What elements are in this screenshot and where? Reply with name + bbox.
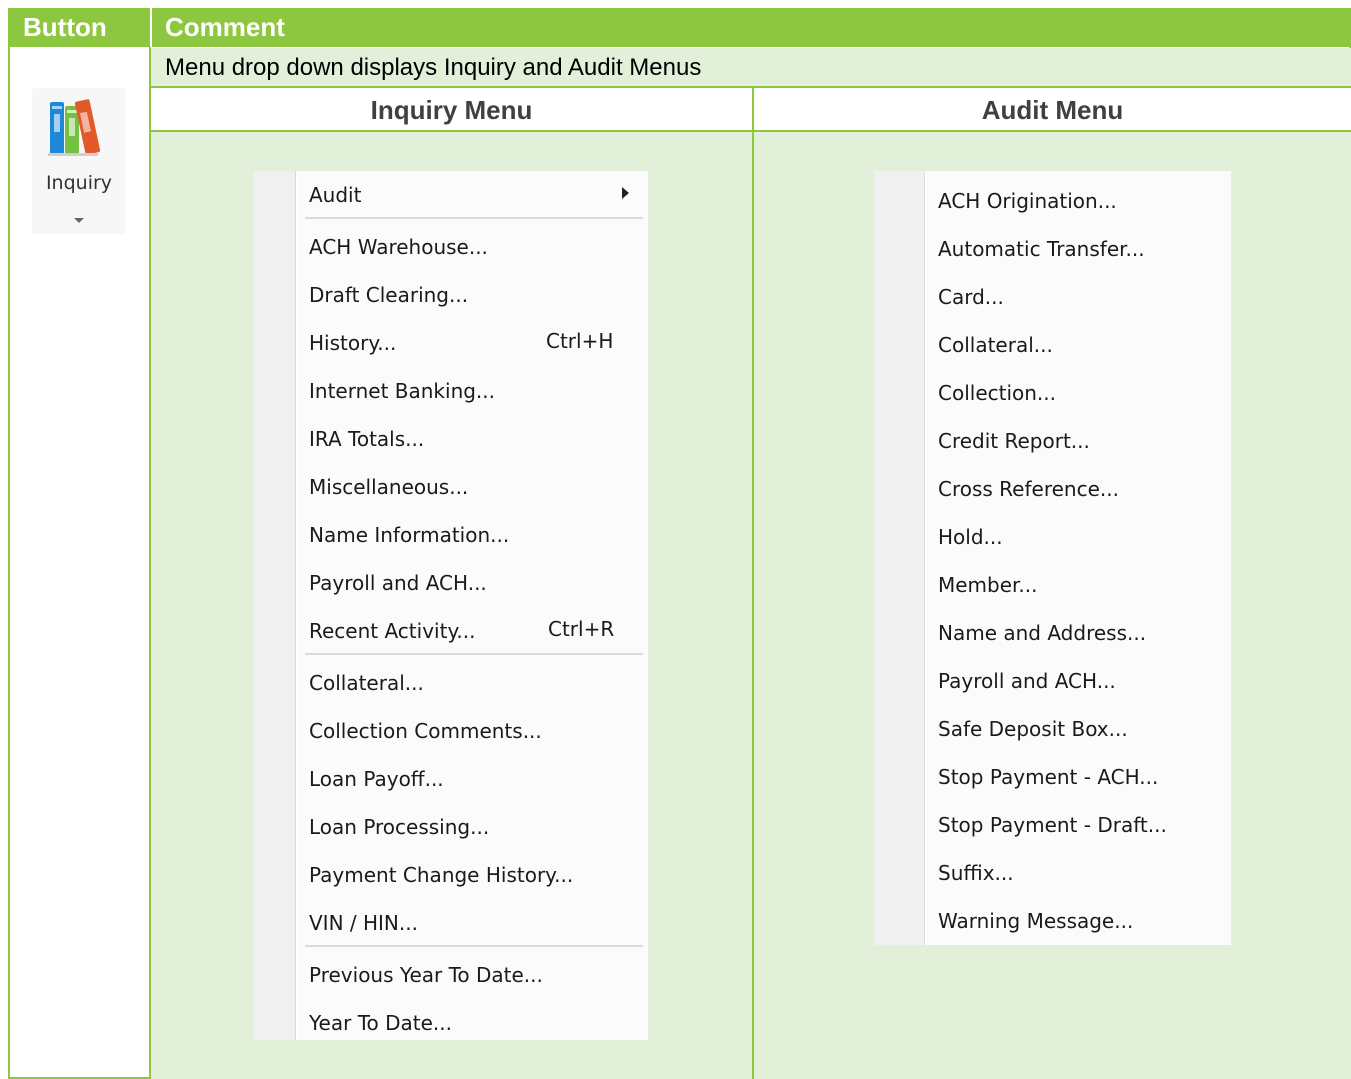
audit-item-warning-message[interactable]: Warning Message... bbox=[938, 909, 1133, 933]
header-button-column: Button bbox=[8, 8, 150, 47]
inquiry-menu-title: Inquiry Menu bbox=[151, 88, 752, 130]
audit-item-automatic-transfer[interactable]: Automatic Transfer... bbox=[938, 237, 1145, 261]
menu-item-loan-processing[interactable]: Loan Processing... bbox=[309, 815, 489, 839]
menu-item-draft-clearing[interactable]: Draft Clearing... bbox=[309, 283, 468, 307]
menu-gutter-highlight bbox=[925, 171, 926, 945]
menu-item-ira-totals[interactable]: IRA Totals... bbox=[309, 427, 424, 451]
chevron-down-icon bbox=[74, 218, 84, 223]
audit-item-stop-payment-draft[interactable]: Stop Payment - Draft... bbox=[938, 813, 1167, 837]
menu-item-previous-year-to-date[interactable]: Previous Year To Date... bbox=[309, 963, 543, 987]
inquiry-dropdown-menu: Audit ACH Warehouse... Draft Clearing...… bbox=[253, 171, 648, 1040]
shortcut-history: Ctrl+H bbox=[546, 329, 614, 353]
menu-item-ach-warehouse[interactable]: ACH Warehouse... bbox=[309, 235, 488, 259]
inquiry-button-label: Inquiry bbox=[45, 172, 113, 194]
menu-item-history[interactable]: History... bbox=[309, 331, 396, 355]
menu-separator bbox=[305, 217, 643, 219]
menu-item-payroll-ach[interactable]: Payroll and ACH... bbox=[309, 571, 487, 595]
menu-item-year-to-date[interactable]: Year To Date... bbox=[309, 1011, 452, 1035]
menu-item-miscellaneous[interactable]: Miscellaneous... bbox=[309, 475, 468, 499]
menu-separator bbox=[305, 945, 643, 947]
menu-gutter-highlight bbox=[296, 171, 297, 1040]
left-border bbox=[8, 47, 10, 1079]
menu-item-payment-change-history[interactable]: Payment Change History... bbox=[309, 863, 573, 887]
menu-item-loan-payoff[interactable]: Loan Payoff... bbox=[309, 767, 444, 791]
audit-item-name-and-address[interactable]: Name and Address... bbox=[938, 621, 1146, 645]
menu-item-collection-comments[interactable]: Collection Comments... bbox=[309, 719, 542, 743]
audit-item-stop-payment-ach[interactable]: Stop Payment - ACH... bbox=[938, 765, 1158, 789]
audit-item-ach-origination[interactable]: ACH Origination... bbox=[938, 189, 1117, 213]
audit-item-suffix[interactable]: Suffix... bbox=[938, 861, 1014, 885]
header-comment-column: Comment bbox=[150, 8, 1351, 47]
inquiry-button[interactable]: Inquiry bbox=[32, 88, 126, 234]
audit-item-safe-deposit-box[interactable]: Safe Deposit Box... bbox=[938, 717, 1128, 741]
menu-item-name-information[interactable]: Name Information... bbox=[309, 523, 509, 547]
audit-item-hold[interactable]: Hold... bbox=[938, 525, 1003, 549]
menu-separator bbox=[305, 653, 643, 655]
menu-item-audit[interactable]: Audit bbox=[309, 183, 361, 207]
audit-dropdown-menu: ACH Origination... Automatic Transfer...… bbox=[874, 171, 1231, 945]
audit-menu-title: Audit Menu bbox=[754, 88, 1351, 130]
menu-item-collateral[interactable]: Collateral... bbox=[309, 671, 424, 695]
menu-item-recent-activity[interactable]: Recent Activity... bbox=[309, 619, 476, 643]
audit-item-cross-reference[interactable]: Cross Reference... bbox=[938, 477, 1119, 501]
audit-item-member[interactable]: Member... bbox=[938, 573, 1038, 597]
menu-icon-gutter bbox=[874, 171, 924, 945]
document-table: Button Comment Menu drop down displays I… bbox=[8, 8, 1351, 1079]
audit-item-payroll-ach[interactable]: Payroll and ACH... bbox=[938, 669, 1116, 693]
audit-item-collateral[interactable]: Collateral... bbox=[938, 333, 1053, 357]
shortcut-recent-activity: Ctrl+R bbox=[548, 617, 615, 641]
menu-item-vin-hin[interactable]: VIN / HIN... bbox=[309, 911, 418, 935]
audit-item-collection[interactable]: Collection... bbox=[938, 381, 1056, 405]
submenu-arrow-icon bbox=[622, 187, 629, 199]
books-icon bbox=[48, 96, 108, 163]
comment-text: Menu drop down displays Inquiry and Audi… bbox=[151, 48, 1351, 86]
audit-item-card[interactable]: Card... bbox=[938, 285, 1004, 309]
audit-item-credit-report[interactable]: Credit Report... bbox=[938, 429, 1090, 453]
menu-icon-gutter bbox=[253, 171, 295, 1040]
menu-item-internet-banking[interactable]: Internet Banking... bbox=[309, 379, 495, 403]
